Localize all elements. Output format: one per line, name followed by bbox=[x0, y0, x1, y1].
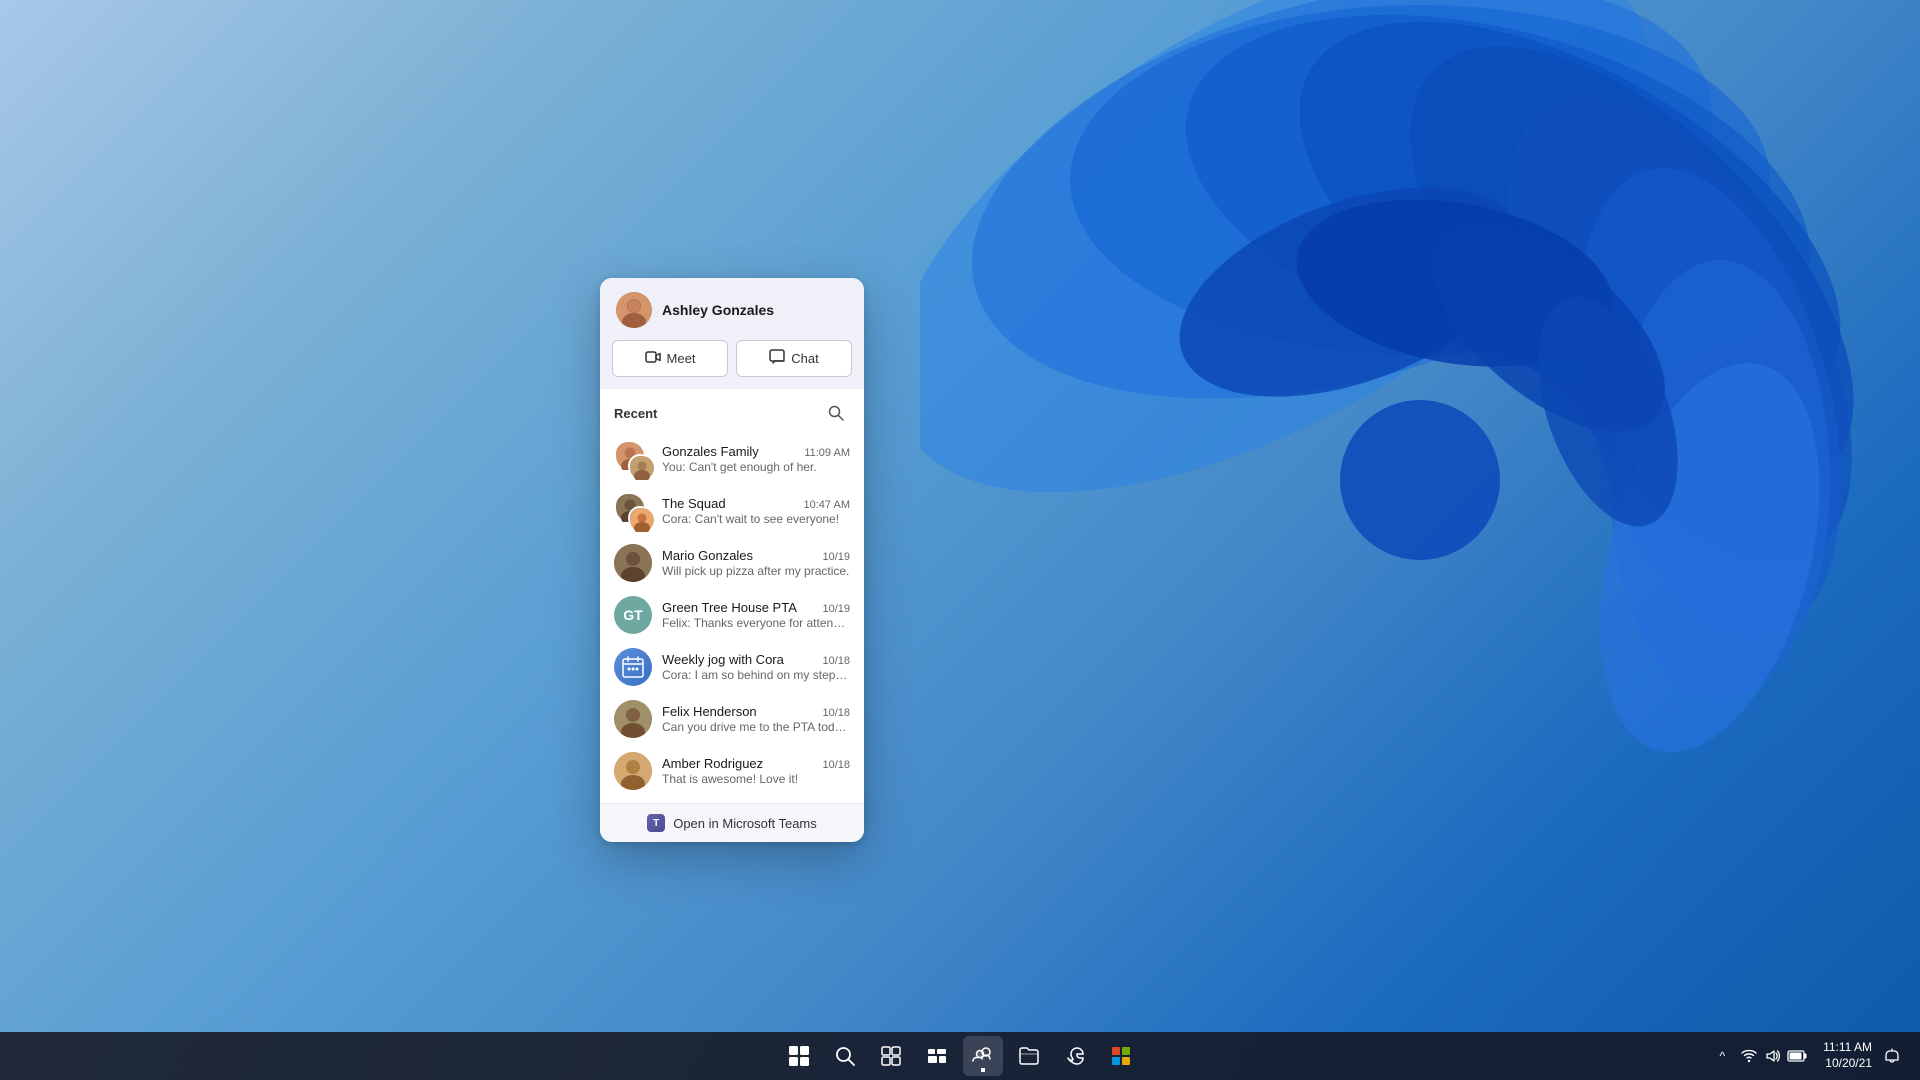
chat-time: 10/19 bbox=[822, 551, 850, 563]
chat-preview: Cora: Can't wait to see everyone! bbox=[662, 512, 850, 526]
chat-time: 10/18 bbox=[822, 759, 850, 771]
search-button[interactable] bbox=[825, 1036, 865, 1076]
chat-info-gonzales-family: Gonzales Family 11:09 AM You: Can't get … bbox=[662, 444, 850, 474]
chat-time: 10/19 bbox=[822, 603, 850, 615]
chat-preview: Will pick up pizza after my practice. bbox=[662, 564, 850, 578]
chat-info-felix-henderson: Felix Henderson 10/18 Can you drive me t… bbox=[662, 704, 850, 734]
widgets-button[interactable] bbox=[917, 1036, 957, 1076]
chat-info-green-tree-house-pta: Green Tree House PTA 10/19 Felix: Thanks… bbox=[662, 600, 850, 630]
user-avatar bbox=[616, 292, 652, 328]
avatar-weekly-jog bbox=[614, 648, 652, 686]
chat-preview: You: Can't get enough of her. bbox=[662, 460, 850, 474]
chat-button[interactable]: Chat bbox=[736, 340, 852, 377]
taskbar-center bbox=[779, 1036, 1141, 1076]
recent-label: Recent bbox=[614, 406, 657, 421]
action-buttons: Meet Chat bbox=[600, 340, 864, 389]
chat-icon bbox=[769, 349, 785, 368]
popup-header: Ashley Gonzales bbox=[600, 278, 864, 340]
chat-name: Mario Gonzales bbox=[662, 548, 753, 563]
meet-button[interactable]: Meet bbox=[612, 340, 728, 377]
chat-info-the-squad: The Squad 10:47 AM Cora: Can't wait to s… bbox=[662, 496, 850, 526]
chat-item-green-tree-house-pta[interactable]: GT Green Tree House PTA 10/19 Felix: Tha… bbox=[614, 589, 850, 641]
chat-name: Green Tree House PTA bbox=[662, 600, 797, 615]
clock[interactable]: 11:11 AM 10/20/21 bbox=[1823, 1040, 1872, 1071]
overflow-arrow: ^ bbox=[1719, 1049, 1725, 1063]
chat-time: 10/18 bbox=[822, 707, 850, 719]
chat-time: 10:47 AM bbox=[804, 499, 850, 511]
desktop: Ashley Gonzales Meet bbox=[0, 0, 1920, 1080]
chat-preview: Cora: I am so behind on my step goals. bbox=[662, 668, 850, 682]
chat-item-amber-rodriguez[interactable]: Amber Rodriguez 10/18 That is awesome! L… bbox=[614, 745, 850, 797]
open-teams-footer[interactable]: T Open in Microsoft Teams bbox=[600, 803, 864, 842]
active-dot bbox=[981, 1068, 985, 1072]
tray-icons bbox=[1739, 1046, 1807, 1066]
start-button[interactable] bbox=[779, 1036, 819, 1076]
chat-info-amber-rodriguez: Amber Rodriguez 10/18 That is awesome! L… bbox=[662, 756, 850, 786]
battery-icon[interactable] bbox=[1787, 1046, 1807, 1066]
taskbar: ^ bbox=[0, 1032, 1920, 1080]
avatar-green-tree-house-pta: GT bbox=[614, 596, 652, 634]
meet-icon bbox=[645, 349, 661, 368]
wifi-icon[interactable] bbox=[1739, 1046, 1759, 1066]
edge-button[interactable] bbox=[1055, 1036, 1095, 1076]
chat-name: Gonzales Family bbox=[662, 444, 759, 459]
avatar-the-squad bbox=[614, 492, 652, 530]
chat-name: Amber Rodriguez bbox=[662, 756, 763, 771]
teams-chat-button[interactable] bbox=[963, 1036, 1003, 1076]
store-button[interactable] bbox=[1101, 1036, 1141, 1076]
chat-time: 11:09 AM bbox=[804, 447, 850, 459]
file-explorer-button[interactable] bbox=[1009, 1036, 1049, 1076]
meet-label: Meet bbox=[667, 351, 696, 366]
chat-item-weekly-jog[interactable]: Weekly jog with Cora 10/18 Cora: I am so… bbox=[614, 641, 850, 693]
chat-item-gonzales-family[interactable]: Gonzales Family 11:09 AM You: Can't get … bbox=[614, 433, 850, 485]
teams-icon: T bbox=[647, 814, 665, 832]
chat-popup: Ashley Gonzales Meet bbox=[600, 278, 864, 842]
system-tray-overflow[interactable]: ^ bbox=[1713, 1045, 1731, 1067]
chat-item-mario-gonzales[interactable]: Mario Gonzales 10/19 Will pick up pizza … bbox=[614, 537, 850, 589]
search-button[interactable] bbox=[822, 399, 850, 427]
chat-info-weekly-jog: Weekly jog with Cora 10/18 Cora: I am so… bbox=[662, 652, 850, 682]
chat-item-the-squad[interactable]: The Squad 10:47 AM Cora: Can't wait to s… bbox=[614, 485, 850, 537]
chat-name: Weekly jog with Cora bbox=[662, 652, 784, 667]
chat-preview: Can you drive me to the PTA today? bbox=[662, 720, 850, 734]
chat-time: 10/18 bbox=[822, 655, 850, 667]
chat-info-mario-gonzales: Mario Gonzales 10/19 Will pick up pizza … bbox=[662, 548, 850, 578]
system-tray: ^ bbox=[1713, 1040, 1920, 1071]
chat-name: Felix Henderson bbox=[662, 704, 757, 719]
chat-item-felix-henderson[interactable]: Felix Henderson 10/18 Can you drive me t… bbox=[614, 693, 850, 745]
clock-date: 10/20/21 bbox=[1823, 1056, 1872, 1072]
open-teams-label: Open in Microsoft Teams bbox=[673, 816, 817, 831]
task-view-button[interactable] bbox=[871, 1036, 911, 1076]
clock-time: 11:11 AM bbox=[1823, 1040, 1872, 1056]
chat-preview: That is awesome! Love it! bbox=[662, 772, 850, 786]
desktop-wallpaper bbox=[920, 0, 1920, 1020]
sound-icon[interactable] bbox=[1763, 1046, 1783, 1066]
chat-label: Chat bbox=[791, 351, 818, 366]
chat-preview: Felix: Thanks everyone for attending tod… bbox=[662, 616, 850, 630]
notification-area[interactable] bbox=[1880, 1046, 1904, 1066]
chat-name: The Squad bbox=[662, 496, 726, 511]
avatar-amber-rodriguez bbox=[614, 752, 652, 790]
avatar-gonzales-family bbox=[614, 440, 652, 478]
recent-header: Recent bbox=[614, 399, 850, 427]
avatar-mario-gonzales bbox=[614, 544, 652, 582]
avatar-felix-henderson bbox=[614, 700, 652, 738]
recent-section: Recent bbox=[600, 389, 864, 803]
user-name: Ashley Gonzales bbox=[662, 302, 774, 318]
